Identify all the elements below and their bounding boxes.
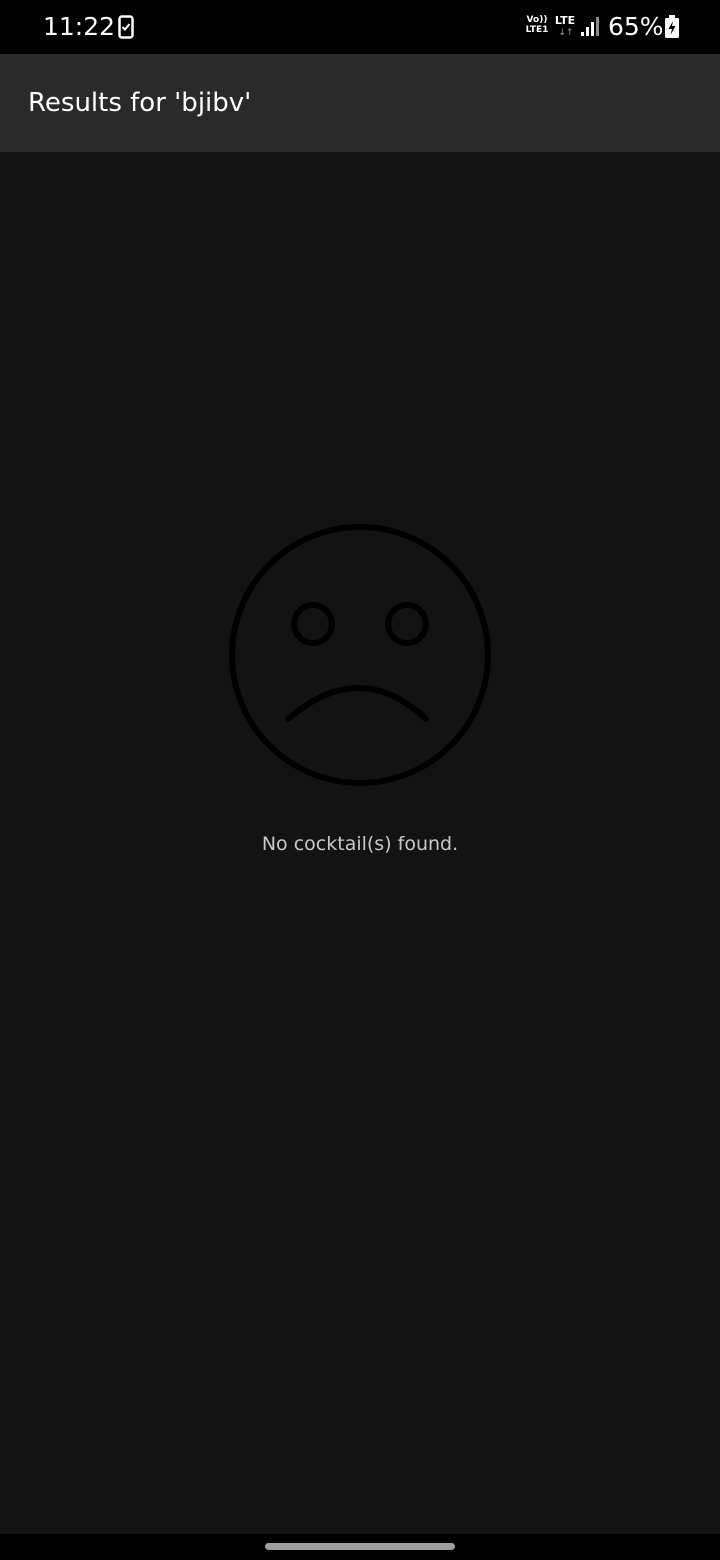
phone-notification-icon xyxy=(118,15,134,43)
screen: 11:22 Vo)) LTE1 LTE ↓↑ 65% Results for '… xyxy=(0,0,720,1560)
home-gesture-handle[interactable] xyxy=(265,1543,455,1550)
volte-label: Vo)) xyxy=(526,15,548,25)
network-type: LTE xyxy=(554,14,576,27)
battery-charging-icon xyxy=(664,15,680,43)
signal-icon xyxy=(580,16,602,42)
status-bar: 11:22 Vo)) LTE1 LTE ↓↑ 65% xyxy=(0,0,720,54)
volte-indicator: Vo)) LTE1 xyxy=(523,15,551,35)
empty-message: No cocktail(s) found. xyxy=(261,833,459,855)
navigation-bar xyxy=(0,1534,720,1560)
status-time: 11:22 xyxy=(43,12,116,41)
data-activity-icon: ↓↑ xyxy=(558,28,574,38)
app-bar: Results for 'bjibv' xyxy=(0,54,720,152)
battery-level: 65% xyxy=(608,12,664,41)
page-title: Results for 'bjibv' xyxy=(28,88,252,118)
volte-sim-label: LTE1 xyxy=(525,25,549,35)
sad-face-icon xyxy=(227,522,493,792)
